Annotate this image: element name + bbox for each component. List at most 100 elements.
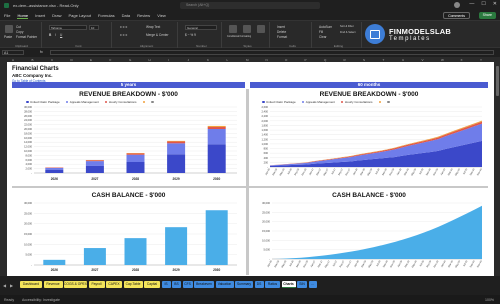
tab-review[interactable]: Review xyxy=(137,13,150,18)
column-header[interactable]: W xyxy=(441,58,444,62)
prev-sheet-icon[interactable]: ◀ xyxy=(3,283,6,288)
format-cells-button[interactable]: Format xyxy=(277,35,287,39)
column-header[interactable]: M xyxy=(246,58,249,62)
find-select-button[interactable]: Find & Select xyxy=(340,31,355,34)
cut-button[interactable]: Cut xyxy=(16,25,21,29)
sheet-tab[interactable]: ... xyxy=(308,281,317,288)
column-header[interactable]: H xyxy=(149,58,151,62)
bold-button[interactable]: B xyxy=(49,33,51,37)
tab-view[interactable]: View xyxy=(157,13,166,18)
sheet-tab[interactable]: CFS xyxy=(182,281,193,288)
column-header[interactable]: I xyxy=(168,58,169,62)
font-size-select[interactable]: 10 xyxy=(89,25,99,30)
formula-input[interactable] xyxy=(50,50,494,55)
column-header[interactable]: X xyxy=(461,58,463,62)
sheet-tab[interactable]: Valuation xyxy=(215,281,234,288)
chart-cash-annual[interactable]: CASH BALANCE - $'000 -5,000 10,000 15,000 2… xyxy=(12,189,245,275)
tab-draw[interactable]: Draw xyxy=(52,13,61,18)
share-button[interactable]: Share xyxy=(478,12,496,19)
fill-button[interactable]: Fill xyxy=(319,30,323,34)
column-header[interactable]: J xyxy=(188,58,190,62)
sheet-tab[interactable]: COGS & OPEX xyxy=(64,281,87,288)
sheet-tab[interactable]: Dashboard xyxy=(20,281,42,288)
worksheet[interactable]: Financial Charts ABC Company Inc. Go to … xyxy=(7,62,494,276)
conditional-formatting-button[interactable]: Conditional Formatting xyxy=(227,35,251,38)
zoom-level[interactable]: 100% xyxy=(485,298,494,302)
column-header[interactable]: B xyxy=(32,58,34,62)
clear-button[interactable]: Clear xyxy=(319,35,327,39)
tab-data[interactable]: Data xyxy=(122,13,130,18)
sheet-tab[interactable]: Breakeven xyxy=(194,281,214,288)
minimize-button[interactable]: — xyxy=(469,1,474,7)
close-button[interactable]: ✕ xyxy=(493,1,497,7)
sheet-tab[interactable]: Capital xyxy=(144,281,160,288)
align-left-icon[interactable]: ≡ ≡ ≡ xyxy=(120,33,127,37)
sheet-tab[interactable]: Revenue xyxy=(43,281,63,288)
merge-center-button[interactable]: Merge & Center xyxy=(146,33,169,37)
column-header[interactable]: A xyxy=(12,58,14,62)
paste-icon[interactable] xyxy=(5,25,13,33)
currency-icon[interactable]: $ ~ % 9 xyxy=(185,33,196,37)
paste-button[interactable]: Paste xyxy=(4,35,12,39)
chart-cash-monthly[interactable]: CASH BALANCE - $'000 -5,000 10,000 15,000 2… xyxy=(250,189,488,275)
italic-button[interactable]: I xyxy=(55,33,56,37)
column-header[interactable]: N xyxy=(266,58,268,62)
sheet-tab[interactable]: Summary xyxy=(235,281,253,288)
column-header[interactable]: L xyxy=(227,58,229,62)
cell-styles-icon[interactable] xyxy=(257,25,265,33)
column-header[interactable]: P xyxy=(305,58,307,62)
column-header[interactable]: Q xyxy=(324,58,326,62)
accessibility-status[interactable]: Accessibility: Investigate xyxy=(22,298,60,302)
delete-cells-button[interactable]: Delete xyxy=(277,30,286,34)
tab-formulas[interactable]: Formulas xyxy=(98,13,115,18)
sheet-tab[interactable]: DS xyxy=(254,281,264,288)
search-box[interactable]: Search (Alt+Q) xyxy=(180,2,320,9)
autosum-button[interactable]: AutoSum xyxy=(319,25,332,29)
vertical-scrollbar[interactable] xyxy=(494,62,500,276)
avatar[interactable] xyxy=(454,2,460,8)
column-header[interactable]: T xyxy=(383,58,385,62)
sheet-tab[interactable]: Cap.Table xyxy=(123,281,143,288)
column-header[interactable]: S xyxy=(363,58,365,62)
column-header[interactable]: G xyxy=(129,58,131,62)
next-sheet-icon[interactable]: ▶ xyxy=(10,283,13,288)
wrap-text-button[interactable]: Wrap Text xyxy=(146,25,160,29)
column-header[interactable]: C xyxy=(51,58,53,62)
format-painter-button[interactable]: Format Painter xyxy=(16,35,37,39)
sheet-tab[interactable]: SIN xyxy=(297,281,307,288)
column-header[interactable]: O xyxy=(285,58,287,62)
conditional-formatting-icon[interactable] xyxy=(229,25,237,33)
name-box[interactable]: A1 xyxy=(2,50,24,55)
sheet-tab[interactable]: Charts xyxy=(281,281,296,288)
format-table-icon[interactable] xyxy=(243,25,251,33)
number-format-select[interactable]: General xyxy=(185,25,217,30)
comments-button[interactable]: Comments xyxy=(443,12,470,19)
font-name-select[interactable]: Tahoma xyxy=(49,25,87,30)
maximize-button[interactable]: ☐ xyxy=(481,1,485,7)
chart-revenue-annual[interactable]: REVENUE BREAKDOWN - $'000 United Claim P… xyxy=(12,89,245,185)
column-header[interactable]: R xyxy=(344,58,346,62)
chart-revenue-monthly[interactable]: REVENUE BREAKDOWN - $'000 United Claim P… xyxy=(250,89,488,185)
column-header[interactable]: V xyxy=(422,58,424,62)
insert-cells-button[interactable]: Insert xyxy=(277,25,285,29)
tab-home[interactable]: Home xyxy=(17,13,29,19)
tab-file[interactable]: File xyxy=(4,13,10,18)
fx-icon[interactable]: fx xyxy=(40,50,43,54)
copy-button[interactable]: Copy xyxy=(16,30,23,34)
sort-filter-button[interactable]: Sort & Filter xyxy=(340,25,354,28)
column-header[interactable]: U xyxy=(402,58,404,62)
sheet-tab[interactable]: Payroll xyxy=(88,281,105,288)
column-header[interactable]: D xyxy=(71,58,73,62)
scrollbar-thumb[interactable] xyxy=(495,66,499,96)
column-header[interactable]: K xyxy=(207,58,209,62)
align-top-icon[interactable]: ≡ ≡ ≡ xyxy=(120,25,127,29)
column-header[interactable]: F xyxy=(110,58,112,62)
sheet-tab[interactable]: BS xyxy=(172,281,181,288)
column-header[interactable]: Y xyxy=(480,58,482,62)
tab-page-layout[interactable]: Page Layout xyxy=(68,13,90,18)
sheet-tab[interactable]: IS xyxy=(161,281,171,288)
underline-button[interactable]: U xyxy=(60,33,62,37)
column-header[interactable]: E xyxy=(90,58,92,62)
sheet-tab[interactable]: Ratios xyxy=(265,281,280,288)
sheet-tab[interactable]: CAPEX xyxy=(106,281,122,288)
